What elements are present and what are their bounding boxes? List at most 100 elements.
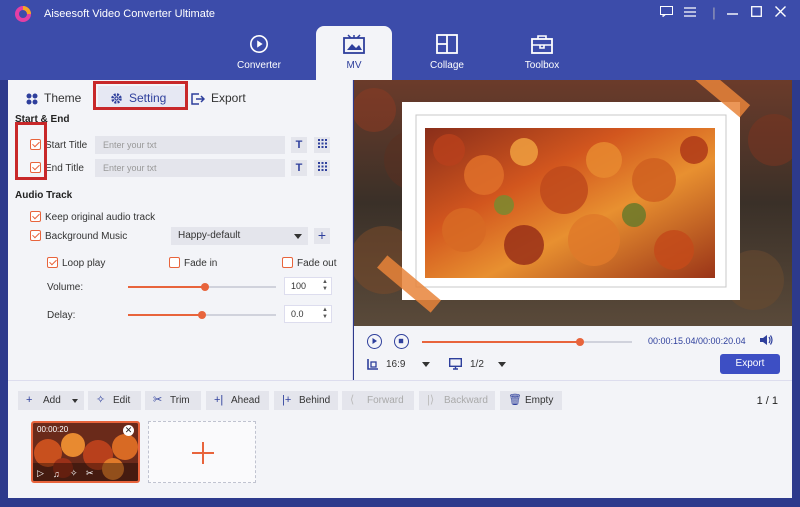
add-clip-placeholder[interactable]	[148, 421, 256, 483]
subtab-export[interactable]: Export	[191, 86, 246, 110]
app-title: Aiseesoft Video Converter Ultimate	[44, 8, 215, 20]
fade-out-checkbox[interactable]	[282, 257, 293, 268]
start-title-text-button[interactable]: T	[291, 137, 307, 153]
play-icon[interactable]: ▷	[37, 468, 44, 479]
keep-original-checkbox[interactable]	[30, 211, 41, 222]
tab-label: Converter	[237, 60, 281, 71]
magic-wand-icon[interactable]: ✧	[70, 468, 78, 479]
monitor-icon	[448, 357, 463, 373]
fade-in-label: Fade in	[184, 258, 218, 269]
loop-play-checkbox[interactable]	[47, 257, 58, 268]
playback-progress-fill	[422, 341, 580, 343]
volume-slider-thumb[interactable]	[201, 283, 209, 291]
ahead-icon: +|	[214, 394, 224, 406]
aspect-ratio-value[interactable]: 16:9	[386, 359, 405, 370]
edit-label: Edit	[113, 395, 131, 406]
background-music-label: Background Music	[45, 231, 128, 242]
quality-chevron-down-icon[interactable]	[498, 362, 506, 367]
behind-icon: |+	[282, 394, 292, 406]
close-icon[interactable]	[770, 4, 790, 22]
delay-slider-thumb[interactable]	[198, 311, 206, 319]
add-music-button[interactable]: +	[314, 228, 330, 244]
theme-icon	[26, 93, 38, 105]
quality-value[interactable]: 1/2	[470, 359, 484, 370]
end-title-grid-icon[interactable]	[314, 160, 330, 176]
keep-original-label: Keep original audio track	[45, 212, 156, 223]
clip-thumbnail[interactable]: 00:00:20 ✕ ▷ ♫ ✧ ✂	[31, 421, 140, 483]
trim-button[interactable]: ✂ Trim	[145, 391, 201, 410]
scissors-icon: ✂	[153, 394, 163, 406]
volume-icon[interactable]	[759, 334, 773, 349]
behind-button[interactable]: |+ Behind	[274, 391, 338, 410]
chevron-down-icon[interactable]	[72, 399, 78, 403]
delay-value: 0.0	[291, 309, 304, 319]
delay-stepper[interactable]: 0.0 ▲ ▼	[284, 305, 332, 323]
end-title-input[interactable]	[95, 159, 285, 177]
backward-label: Backward	[444, 395, 488, 406]
highlight-box-setting	[93, 81, 188, 110]
volume-value: 100	[291, 281, 307, 291]
end-title-label: End Title	[45, 163, 84, 174]
export-button[interactable]: Export	[720, 354, 780, 374]
add-label: Add	[43, 395, 61, 406]
backward-icon: |⟩	[427, 394, 435, 406]
ahead-button[interactable]: +| Ahead	[206, 391, 269, 410]
start-title-label: Start Title	[45, 140, 88, 151]
section-audio-track: Audio Track	[15, 190, 73, 201]
forward-button[interactable]: ⟨ Forward	[342, 391, 414, 410]
backward-button[interactable]: |⟩ Backward	[419, 391, 495, 410]
tab-converter[interactable]: Converter	[221, 26, 297, 80]
subtab-label: Export	[211, 91, 246, 105]
trim-label: Trim	[170, 395, 190, 406]
app-logo-icon	[15, 6, 31, 22]
subtab-theme[interactable]: Theme	[26, 86, 81, 110]
clip-duration: 00:00:20	[37, 425, 69, 434]
stepper-arrows-icon[interactable]: ▲ ▼	[322, 307, 328, 321]
forward-label: Forward	[367, 395, 404, 406]
stop-icon[interactable]	[394, 334, 409, 349]
selected-music: Happy-default	[178, 230, 241, 241]
background-music-checkbox[interactable]	[30, 230, 41, 241]
scissors-icon[interactable]: ✂	[86, 468, 94, 479]
aspect-ratio-icon	[367, 358, 379, 373]
delay-label: Delay:	[47, 310, 76, 321]
toolbox-icon	[531, 35, 553, 54]
start-title-grid-icon[interactable]	[314, 137, 330, 153]
fade-in-checkbox[interactable]	[169, 257, 180, 268]
video-preview	[354, 80, 792, 326]
volume-slider[interactable]	[128, 283, 276, 291]
play-icon[interactable]	[367, 334, 382, 349]
playback-progress-thumb[interactable]	[576, 338, 584, 346]
trash-icon: 🗑	[508, 394, 522, 406]
menu-icon[interactable]	[680, 4, 700, 22]
remove-clip-icon[interactable]: ✕	[123, 425, 134, 436]
speaker-icon[interactable]: ♫	[53, 469, 60, 479]
start-title-input[interactable]	[95, 136, 285, 154]
empty-button[interactable]: 🗑 Empty	[500, 391, 562, 410]
maximize-icon[interactable]	[746, 4, 766, 22]
add-button[interactable]: + Add	[18, 391, 84, 410]
tab-toolbox[interactable]: Toolbox	[504, 26, 580, 80]
minimize-icon[interactable]	[722, 4, 742, 22]
mv-icon	[343, 34, 365, 54]
tab-collage[interactable]: Collage	[409, 26, 485, 80]
player-controls: 00:00:15.04/00:00:20.04 16:9 1/2 Export	[354, 326, 792, 380]
ahead-label: Ahead	[231, 395, 260, 406]
settings-panel: Theme Setting Export Start & End Start T…	[8, 80, 353, 380]
subtab-label: Theme	[44, 91, 82, 105]
tab-label: Toolbox	[524, 60, 560, 71]
aspect-chevron-down-icon[interactable]	[422, 362, 430, 367]
chat-icon[interactable]	[656, 4, 676, 22]
end-title-text-button[interactable]: T	[291, 160, 307, 176]
background-music-select[interactable]: Happy-default	[171, 227, 308, 245]
empty-label: Empty	[525, 395, 554, 406]
plus-icon: +	[26, 394, 33, 406]
tab-mv[interactable]: MV	[316, 26, 392, 80]
divider: |	[712, 5, 716, 20]
volume-stepper[interactable]: 100 ▲ ▼	[284, 277, 332, 295]
playback-progress[interactable]	[422, 338, 632, 346]
edit-button[interactable]: ✧ Edit	[88, 391, 141, 410]
loop-play-label: Loop play	[62, 258, 106, 269]
delay-slider[interactable]	[128, 311, 276, 319]
stepper-arrows-icon[interactable]: ▲ ▼	[322, 279, 328, 293]
